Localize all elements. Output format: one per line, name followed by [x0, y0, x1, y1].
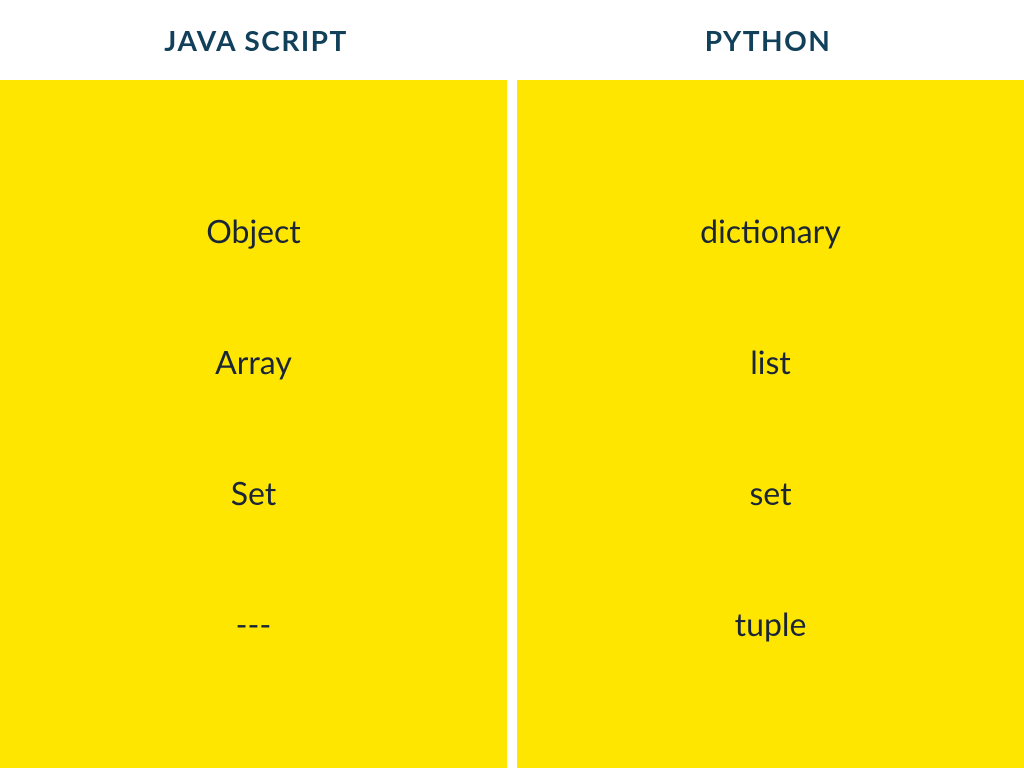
left-item: Array [215, 342, 292, 381]
right-column: dictionary list set tuple [517, 80, 1024, 768]
header-left-cell: JAVA SCRIPT [0, 0, 512, 80]
left-item: --- [236, 604, 272, 643]
right-item: tuple [735, 604, 807, 643]
header-right-cell: PYTHON [512, 0, 1024, 80]
content-row: Object Array Set --- dictionary list set… [0, 80, 1024, 768]
right-item: dictionary [700, 211, 841, 250]
left-item: Set [231, 473, 277, 512]
header-row: JAVA SCRIPT PYTHON [0, 0, 1024, 80]
left-item: Object [206, 211, 301, 250]
right-item: set [749, 473, 791, 512]
header-right-title: PYTHON [705, 23, 832, 57]
header-left-title: JAVA SCRIPT [164, 23, 348, 57]
left-column: Object Array Set --- [0, 80, 507, 768]
right-item: list [750, 342, 791, 381]
